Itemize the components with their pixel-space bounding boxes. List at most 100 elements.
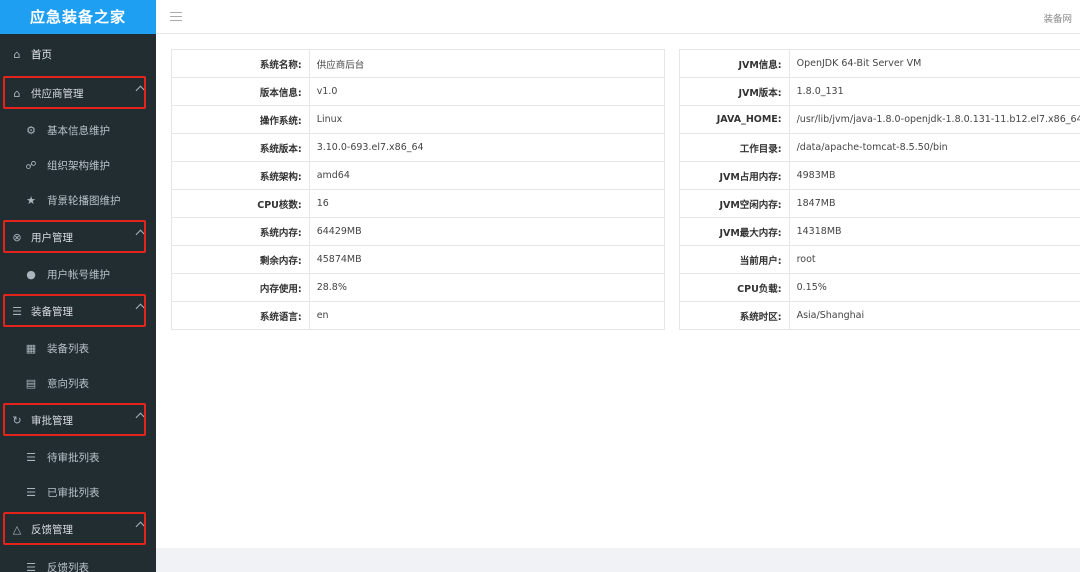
info-label: 系统语言:: [171, 301, 310, 330]
chevron-up-icon: [135, 229, 146, 240]
jvm-info-table: JVM信息: OpenJDK 64-Bit Server VM JVM版本: 1.8.…: [679, 49, 1080, 330]
sidebar-item-label: 基本信息维护: [47, 124, 110, 137]
info-value: 1847MB: [788, 189, 1080, 218]
document-icon: ▤: [25, 376, 37, 390]
table-row: 剩余内存: 45874MB: [171, 245, 666, 274]
sidebar-item-label: 供应商管理: [31, 87, 84, 100]
table-row: JVM占用内存: 4983MB: [679, 161, 1080, 190]
info-value: OpenJDK 64-Bit Server VM: [788, 49, 1080, 78]
info-label: JAVA_HOME:: [679, 105, 790, 134]
list-icon: ☰: [12, 304, 22, 318]
sidebar-item-approval-management[interactable]: ↻ 审批管理: [0, 405, 156, 435]
top-bar: 装备网: [156, 0, 1080, 34]
site-link[interactable]: 装备网: [1043, 11, 1072, 25]
sidebar-item-user-management[interactable]: ⊗ 用户管理: [0, 222, 156, 252]
info-value: root: [788, 245, 1080, 274]
list-check-icon: ☰: [26, 485, 36, 499]
info-value: Asia/Shanghai: [788, 301, 1080, 330]
info-label: JVM空闲内存:: [679, 189, 790, 218]
table-row: JVM信息: OpenJDK 64-Bit Server VM: [679, 49, 1080, 78]
star-icon: ★: [26, 193, 36, 207]
table-row: 操作系统: Linux: [171, 105, 666, 134]
menu-toggle-icon[interactable]: [170, 12, 182, 21]
info-value: 28.8%: [308, 273, 666, 302]
sidebar-item-equipment-list[interactable]: ▦ 装备列表: [0, 333, 156, 363]
info-label: 工作目录:: [679, 133, 790, 162]
main-content: 系统名称: 供应商后台 版本信息: v1.0 操作系统: Linux 系统版本: 3.10.0…: [156, 34, 1080, 548]
system-info-table: 系统名称: 供应商后台 版本信息: v1.0 操作系统: Linux 系统版本: 3.10.0…: [171, 49, 666, 330]
info-value: en: [308, 301, 666, 330]
info-value: 0.15%: [788, 273, 1080, 302]
sidebar-item-supplier-management[interactable]: ⌂ 供应商管理: [0, 78, 156, 108]
sidebar-item-home[interactable]: ⌂ 首页: [0, 39, 156, 69]
info-label: 系统架构:: [171, 161, 310, 190]
sidebar-item-equipment-management[interactable]: ☰ 装备管理: [0, 296, 156, 326]
table-row: 系统版本: 3.10.0-693.el7.x86_64: [171, 133, 666, 162]
sidebar-item-user-account[interactable]: ● 用户帐号维护: [0, 259, 156, 289]
sidebar-item-pending-approval[interactable]: ☰ 待审批列表: [0, 442, 156, 472]
table-row: JVM空闲内存: 1847MB: [679, 189, 1080, 218]
org-chart-icon: ☍: [25, 158, 37, 172]
refresh-icon: ↻: [12, 413, 22, 427]
home-outline-icon: ⌂: [13, 86, 21, 100]
sidebar-item-label: 用户帐号维护: [47, 268, 110, 281]
sidebar-item-label: 反馈列表: [47, 561, 89, 572]
settings-icon: ⚙: [26, 123, 36, 137]
info-value: 供应商后台: [308, 49, 666, 78]
table-row: 系统语言: en: [171, 301, 666, 330]
sidebar-item-feedback-management[interactable]: △ 反馈管理: [0, 514, 156, 544]
sidebar-item-label: 首页: [31, 48, 52, 61]
chevron-up-icon: [135, 412, 146, 423]
table-row: 内存使用: 28.8%: [171, 273, 666, 302]
sidebar-item-label: 意向列表: [47, 377, 89, 390]
info-label: 剩余内存:: [171, 245, 310, 274]
table-row: 工作目录:/data/apache-tomcat-8.5.50/bin: [679, 133, 1080, 162]
home-icon: ⌂: [13, 47, 21, 61]
info-value: 16: [308, 189, 666, 218]
info-value: /data/apache-tomcat-8.5.50/bin: [788, 133, 1080, 162]
info-label: 内存使用:: [171, 273, 310, 302]
sidebar: 应急装备之家 ⌂ 首页 ⌂ 供应商管理 ⚙ 基本信息维护 ☍ 组织架构维护 ★ …: [0, 0, 156, 572]
list-icon: ☰: [26, 560, 36, 572]
sidebar-item-basic-info[interactable]: ⚙ 基本信息维护: [0, 115, 156, 145]
info-value: 4983MB: [788, 161, 1080, 190]
bell-icon: △: [12, 522, 22, 536]
info-label: 系统时区:: [679, 301, 790, 330]
sidebar-item-approved[interactable]: ☰ 已审批列表: [0, 477, 156, 507]
table-row: CPU负载: 0.15%: [679, 273, 1080, 302]
info-label: 系统版本:: [171, 133, 310, 162]
sidebar-item-label: 装备管理: [31, 305, 73, 318]
table-row: 系统架构: amd64: [171, 161, 666, 190]
info-value: 64429MB: [308, 217, 666, 246]
info-label: JVM版本:: [679, 77, 790, 106]
info-value: /usr/lib/jvm/java-1.8.0-openjdk-1.8.0.13…: [788, 105, 1080, 134]
sidebar-item-feedback-list[interactable]: ☰ 反馈列表: [0, 552, 156, 572]
sidebar-item-label: 待审批列表: [47, 451, 100, 464]
sidebar-item-banner[interactable]: ★ 背景轮播图维护: [0, 185, 156, 215]
chevron-up-icon: [135, 303, 146, 314]
info-label: CPU核数:: [171, 189, 310, 218]
sidebar-item-label: 装备列表: [47, 342, 89, 355]
table-row: JAVA_HOME:/usr/lib/jvm/java-1.8.0-openjd…: [679, 105, 1080, 134]
info-label: 系统名称:: [171, 49, 310, 78]
sidebar-item-label: 已审批列表: [47, 486, 100, 499]
table-row: 版本信息: v1.0: [171, 77, 666, 106]
info-value: 1.8.0_131: [788, 77, 1080, 106]
chevron-up-icon: [135, 85, 146, 96]
info-label: 系统内存:: [171, 217, 310, 246]
info-value: amd64: [308, 161, 666, 190]
table-row: JVM版本: 1.8.0_131: [679, 77, 1080, 106]
sidebar-item-intent-list[interactable]: ▤ 意向列表: [0, 368, 156, 398]
info-label: 当前用户:: [679, 245, 790, 274]
info-value: 45874MB: [308, 245, 666, 274]
info-value: v1.0: [308, 77, 666, 106]
table-row: 系统时区: Asia/Shanghai: [679, 301, 1080, 330]
sidebar-item-org-structure[interactable]: ☍ 组织架构维护: [0, 150, 156, 180]
sidebar-item-label: 用户管理: [31, 231, 73, 244]
sidebar-item-label: 审批管理: [31, 414, 73, 427]
circle-x-icon: ⊗: [12, 230, 22, 244]
brand-logo[interactable]: 应急装备之家: [0, 0, 156, 34]
grid-icon: ▦: [25, 341, 37, 355]
info-label: JVM占用内存:: [679, 161, 790, 190]
info-label: CPU负载:: [679, 273, 790, 302]
